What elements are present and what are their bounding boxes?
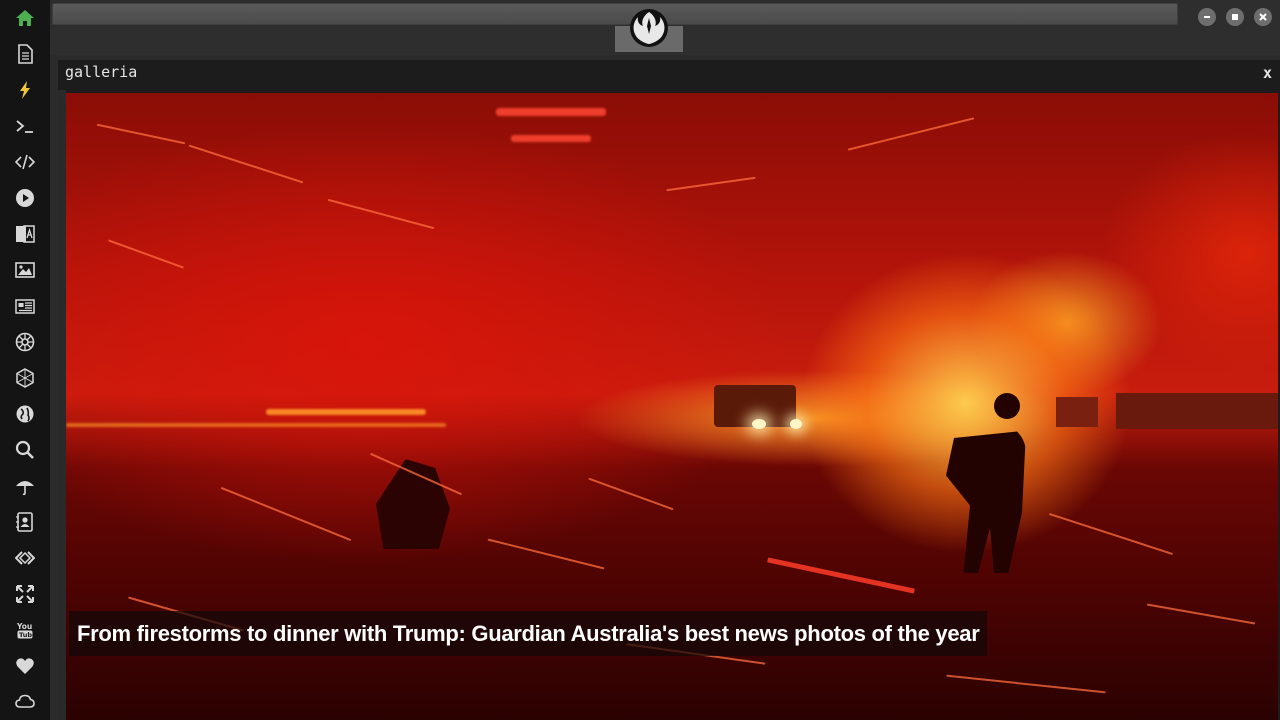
firefighter: [946, 430, 1026, 573]
ember-streak: [327, 198, 435, 230]
image-icon[interactable]: [13, 259, 37, 281]
ember-streak: [946, 674, 1106, 694]
panel-edge: [58, 90, 66, 720]
svg-text:You: You: [16, 622, 32, 631]
cloud-icon[interactable]: [13, 691, 37, 713]
empire-icon[interactable]: [13, 331, 37, 353]
contacts-icon[interactable]: [13, 511, 37, 533]
ember-streak: [496, 108, 606, 116]
ember-streak: [1048, 512, 1174, 556]
globe-icon[interactable]: [13, 403, 37, 425]
document-icon[interactable]: [13, 43, 37, 65]
ember-streak: [511, 135, 591, 142]
ember-streak: [588, 477, 674, 511]
diamond-code-icon[interactable]: [13, 547, 37, 569]
heart-icon[interactable]: [13, 655, 37, 677]
youtube-icon[interactable]: You Tube: [13, 619, 37, 641]
search-icon[interactable]: [13, 439, 37, 461]
translate-icon[interactable]: [13, 223, 37, 245]
ember-streak: [666, 176, 756, 192]
rebel-alliance-logo-icon[interactable]: [629, 8, 669, 48]
svg-text:Tube: Tube: [19, 631, 35, 639]
ember-streak: [108, 239, 184, 269]
building: [1056, 397, 1098, 427]
umbrella-icon[interactable]: [13, 475, 37, 497]
top-bar: [50, 0, 1280, 55]
address-bar[interactable]: [52, 3, 1178, 25]
lightning-icon[interactable]: [13, 79, 37, 101]
sidebar: You Tube: [0, 0, 50, 720]
headlight: [752, 419, 766, 429]
firefighter: [994, 393, 1020, 419]
maximize-button[interactable]: [1226, 8, 1244, 26]
ember-streak: [487, 538, 605, 570]
fire-glow: [266, 409, 426, 415]
expand-icon[interactable]: [13, 583, 37, 605]
hexagon-icon[interactable]: [13, 367, 37, 389]
minimize-button[interactable]: [1198, 8, 1216, 26]
home-icon[interactable]: [13, 7, 37, 29]
fire-glow: [66, 423, 446, 427]
panel-close-button[interactable]: x: [1263, 64, 1272, 82]
ember-streak: [847, 117, 975, 151]
ember-streak: [188, 144, 304, 184]
close-window-button[interactable]: [1254, 8, 1272, 26]
building: [1116, 393, 1278, 429]
ember-streak: [96, 123, 186, 145]
newspaper-icon[interactable]: [13, 295, 37, 317]
ember-streak: [220, 486, 352, 542]
photo-caption: From firestorms to dinner with Trump: Gu…: [69, 611, 988, 656]
ember-streak: [1146, 603, 1256, 625]
code-icon[interactable]: [13, 151, 37, 173]
terminal-icon[interactable]: [13, 115, 37, 137]
panel-title: galleria: [65, 63, 138, 81]
play-icon[interactable]: [13, 187, 37, 209]
headlight: [790, 419, 802, 429]
ember-streak: [767, 557, 915, 594]
